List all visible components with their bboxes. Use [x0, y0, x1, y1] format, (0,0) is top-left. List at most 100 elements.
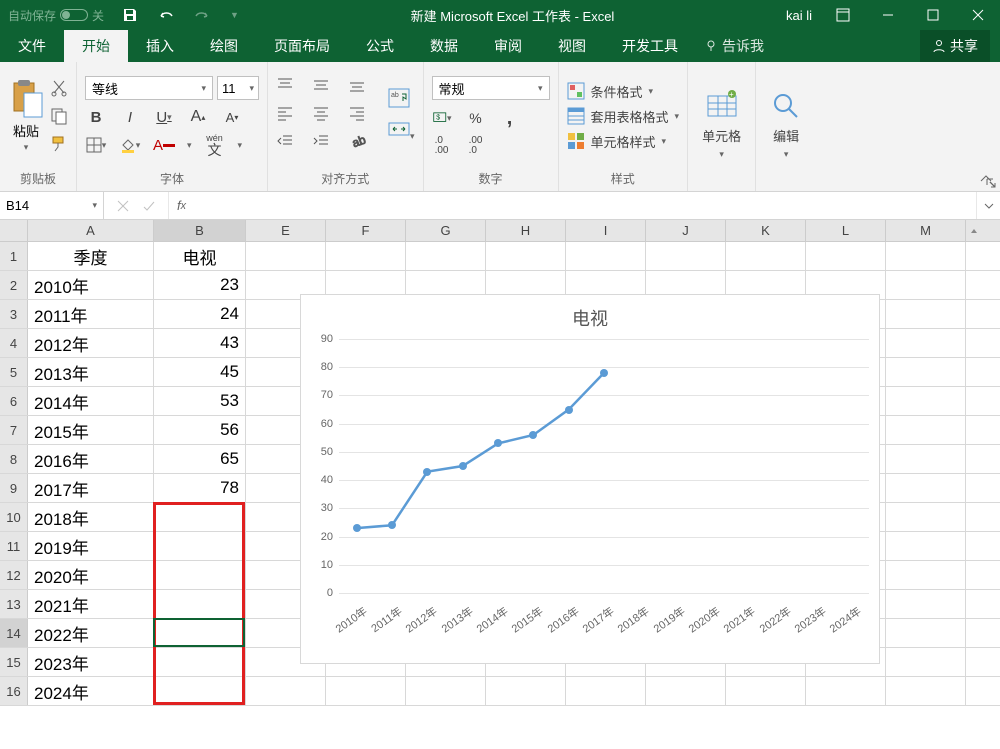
row-header[interactable]: 4 — [0, 329, 28, 357]
scroll-up-icon[interactable] — [969, 226, 979, 236]
column-header-G[interactable]: G — [406, 220, 486, 241]
increase-decimal-icon[interactable]: .0.00 — [432, 136, 452, 156]
cell[interactable] — [886, 329, 966, 357]
merge-center-icon[interactable]: ▾ — [388, 119, 415, 144]
underline-button[interactable]: U ▾ — [153, 106, 175, 128]
align-left-icon[interactable] — [276, 104, 302, 128]
cell[interactable]: 53 — [154, 387, 246, 415]
cell[interactable] — [154, 532, 246, 560]
editing-button[interactable]: 编辑 ▾ — [764, 90, 808, 160]
cell[interactable] — [886, 387, 966, 415]
cell[interactable]: 2020年 — [28, 561, 154, 589]
cell[interactable] — [154, 648, 246, 676]
cancel-formula-icon[interactable] — [116, 199, 130, 213]
tab-formulas[interactable]: 公式 — [348, 30, 412, 62]
cell[interactable] — [886, 590, 966, 618]
cell[interactable] — [886, 561, 966, 589]
italic-button[interactable]: I — [119, 106, 141, 128]
row-header[interactable]: 13 — [0, 590, 28, 618]
cell[interactable]: 2013年 — [28, 358, 154, 386]
borders-icon[interactable]: ▾ — [85, 134, 107, 156]
cell[interactable] — [886, 474, 966, 502]
tab-page-layout[interactable]: 页面布局 — [256, 30, 348, 62]
undo-icon[interactable] — [158, 7, 174, 23]
select-all-corner[interactable] — [0, 220, 28, 241]
share-button[interactable]: 共享 — [920, 30, 990, 62]
cell[interactable] — [726, 677, 806, 705]
font-color-icon[interactable]: A — [153, 134, 175, 156]
cell[interactable] — [154, 590, 246, 618]
column-header-H[interactable]: H — [486, 220, 566, 241]
tell-me-search[interactable]: 告诉我 — [704, 30, 764, 62]
align-top-icon[interactable] — [276, 76, 302, 100]
row-header[interactable]: 2 — [0, 271, 28, 299]
paste-button[interactable]: 粘贴 ▾ — [8, 79, 44, 153]
cell[interactable]: 78 — [154, 474, 246, 502]
cell[interactable]: 季度 — [28, 242, 154, 270]
tab-home[interactable]: 开始 — [64, 30, 128, 62]
cells-button[interactable]: + 单元格 ▾ — [696, 90, 747, 160]
column-header-A[interactable]: A — [28, 220, 154, 241]
cell[interactable]: 2019年 — [28, 532, 154, 560]
row-header[interactable]: 12 — [0, 561, 28, 589]
accounting-format-icon[interactable]: $▾ — [432, 108, 452, 128]
cell[interactable] — [154, 561, 246, 589]
cell[interactable] — [246, 242, 326, 270]
cell[interactable] — [886, 271, 966, 299]
align-center-icon[interactable] — [312, 104, 338, 128]
name-box[interactable]: B14▾ — [0, 192, 104, 219]
chart[interactable]: 电视 01020304050607080902010年2011年2012年201… — [300, 294, 880, 664]
cell[interactable]: 2016年 — [28, 445, 154, 473]
cell[interactable] — [886, 619, 966, 647]
cell[interactable] — [886, 445, 966, 473]
cell[interactable]: 56 — [154, 416, 246, 444]
column-header-K[interactable]: K — [726, 220, 806, 241]
cell[interactable] — [154, 619, 246, 647]
cell[interactable]: 2021年 — [28, 590, 154, 618]
phonetic-icon[interactable]: wén文 — [204, 134, 226, 156]
cell[interactable]: 2023年 — [28, 648, 154, 676]
align-bottom-icon[interactable] — [348, 76, 374, 100]
cell[interactable] — [886, 300, 966, 328]
row-header[interactable]: 15 — [0, 648, 28, 676]
cell[interactable] — [886, 503, 966, 531]
cell[interactable] — [806, 677, 886, 705]
column-header-F[interactable]: F — [326, 220, 406, 241]
cell[interactable] — [406, 242, 486, 270]
decrease-indent-icon[interactable] — [276, 132, 302, 156]
maximize-icon[interactable] — [910, 0, 955, 30]
cell[interactable] — [406, 677, 486, 705]
align-right-icon[interactable] — [348, 104, 374, 128]
cell[interactable]: 电视 — [154, 242, 246, 270]
align-middle-icon[interactable] — [312, 76, 338, 100]
cell[interactable] — [154, 677, 246, 705]
number-format-dropdown[interactable]: 常规▾ — [432, 76, 550, 100]
increase-font-icon[interactable]: A▴ — [187, 106, 209, 128]
format-as-table-button[interactable]: 套用表格格式▾ — [567, 107, 680, 126]
enter-formula-icon[interactable] — [142, 199, 156, 213]
cell[interactable] — [806, 242, 886, 270]
row-header[interactable]: 6 — [0, 387, 28, 415]
conditional-format-button[interactable]: 条件格式▾ — [567, 82, 680, 101]
cell[interactable] — [326, 677, 406, 705]
cell[interactable]: 2011年 — [28, 300, 154, 328]
cell[interactable] — [886, 242, 966, 270]
formula-input[interactable] — [194, 192, 976, 219]
cell[interactable]: 2022年 — [28, 619, 154, 647]
cell[interactable] — [326, 242, 406, 270]
column-header-E[interactable]: E — [246, 220, 326, 241]
redo-icon[interactable] — [194, 7, 210, 23]
bold-button[interactable]: B — [85, 106, 107, 128]
collapse-ribbon-icon[interactable] — [978, 171, 994, 187]
cell[interactable] — [886, 358, 966, 386]
tab-data[interactable]: 数据 — [412, 30, 476, 62]
percent-icon[interactable]: % — [466, 108, 486, 128]
cell[interactable] — [246, 677, 326, 705]
expand-formula-bar-icon[interactable] — [976, 192, 1000, 219]
row-header[interactable]: 9 — [0, 474, 28, 502]
cut-icon[interactable] — [50, 79, 68, 97]
cell[interactable]: 2015年 — [28, 416, 154, 444]
user-name[interactable]: kai li — [786, 8, 812, 23]
row-header[interactable]: 8 — [0, 445, 28, 473]
copy-icon[interactable] — [50, 107, 68, 125]
